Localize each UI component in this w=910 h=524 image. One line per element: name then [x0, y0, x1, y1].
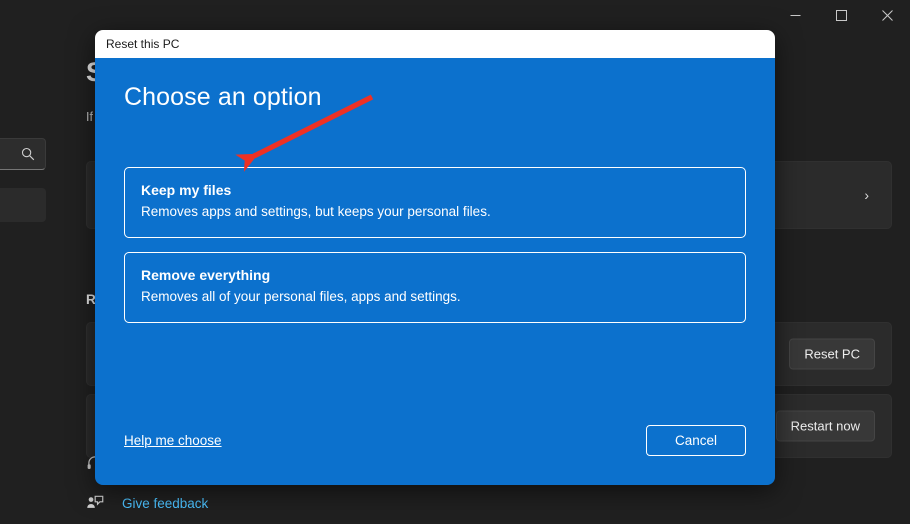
minimize-icon: [790, 14, 800, 16]
feedback-person-icon: [87, 495, 104, 508]
settings-title-bar: [0, 0, 910, 30]
sidebar-item[interactable]: [0, 188, 46, 222]
page-subtitle: If: [86, 110, 93, 124]
option-title: Keep my files: [141, 182, 232, 198]
maximize-icon: [835, 9, 847, 21]
settings-left-rail: [0, 30, 60, 524]
option-description: Removes all of your personal files, apps…: [141, 288, 461, 304]
search-icon: [21, 147, 35, 161]
dialog-title-bar: Reset this PC: [95, 30, 775, 58]
give-feedback-label: Give feedback: [122, 495, 209, 511]
search-input[interactable]: [0, 138, 46, 170]
maximize-button[interactable]: [818, 0, 864, 30]
cancel-button[interactable]: Cancel: [645, 424, 746, 456]
dialog-footer: Help me choose Cancel: [124, 424, 746, 456]
dialog-body: Choose an option Keep my files Removes a…: [95, 58, 775, 485]
chevron-right-icon: ›: [864, 187, 869, 203]
option-title: Remove everything: [141, 266, 271, 283]
restart-now-button[interactable]: Restart now: [775, 410, 875, 442]
option-description: Removes apps and settings, but keeps you…: [141, 203, 491, 219]
dialog-title: Reset this PC: [106, 37, 180, 51]
option-list: Keep my files Removes apps and settings,…: [124, 167, 746, 337]
give-feedback-link[interactable]: Give feedback: [86, 494, 208, 512]
remove-everything-option[interactable]: Remove everything Removes all of your pe…: [124, 251, 746, 323]
close-button[interactable]: [864, 0, 910, 30]
dialog-heading: Choose an option: [124, 83, 322, 111]
reset-this-pc-dialog: Reset this PC Choose an option Keep my f…: [95, 30, 775, 485]
help-me-choose-link[interactable]: Help me choose: [124, 433, 222, 448]
reset-pc-button[interactable]: Reset PC: [789, 338, 875, 370]
minimize-button[interactable]: [772, 0, 818, 30]
keep-my-files-option[interactable]: Keep my files Removes apps and settings,…: [124, 167, 746, 238]
close-icon: [881, 9, 893, 21]
